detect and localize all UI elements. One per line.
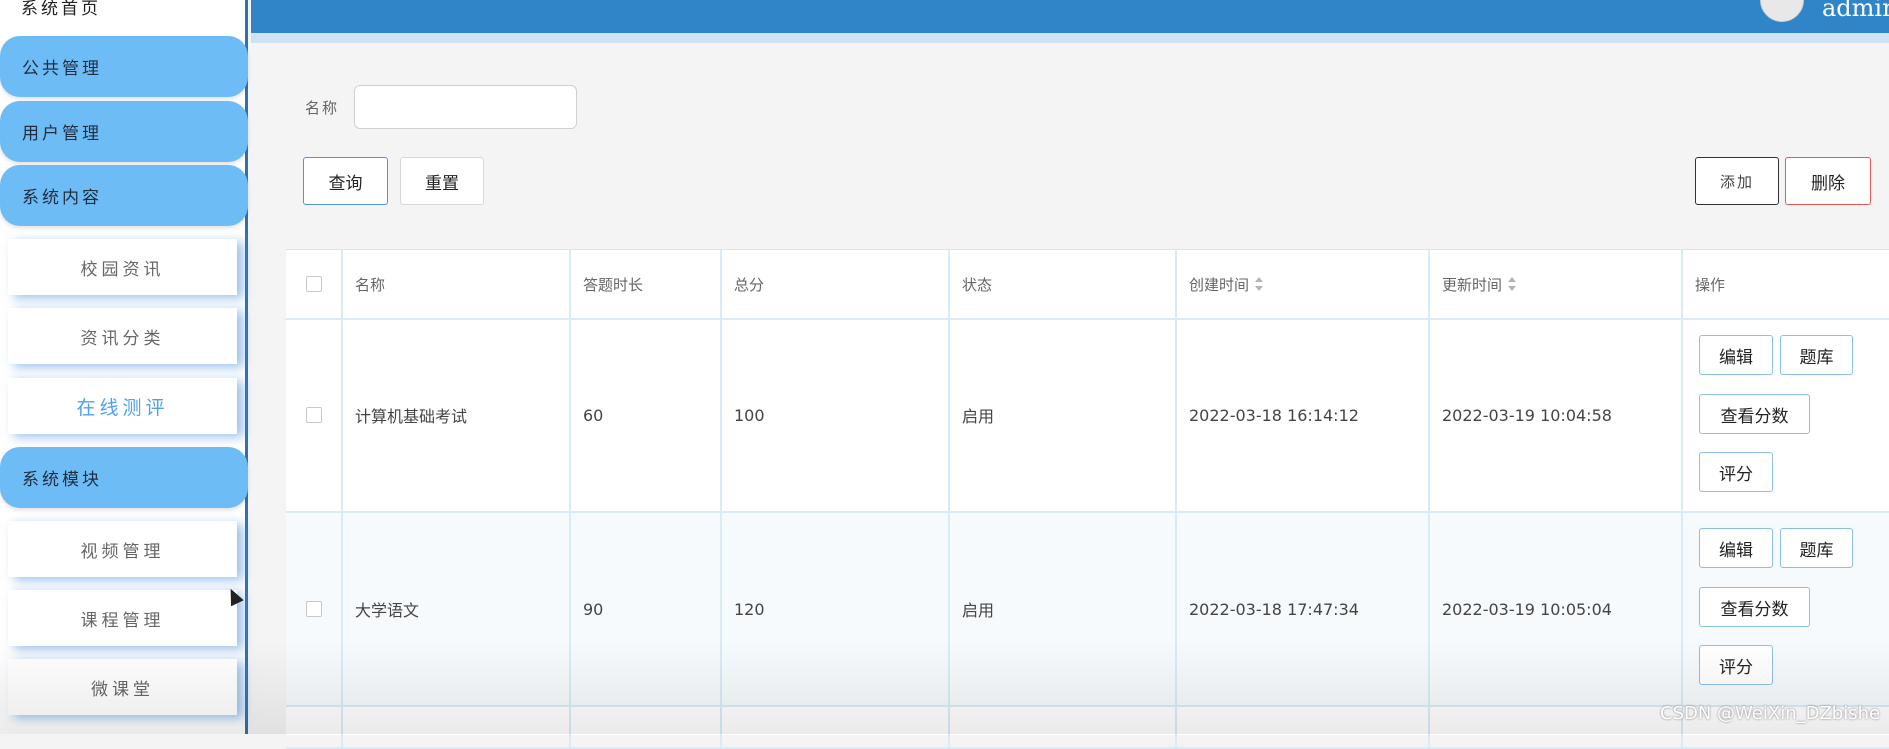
cell-name: 计算机基础考试 xyxy=(343,319,571,511)
sidebar-item-course[interactable]: 课程管理 xyxy=(8,590,237,646)
table-row: 大学语文 90 120 启用 2022-03-18 17:47:34 2022-… xyxy=(286,513,1889,707)
column-created-label: 创建时间 xyxy=(1189,275,1250,294)
sidebar-group-users[interactable]: 用户管理 xyxy=(0,101,248,162)
column-updated[interactable]: 更新时间 xyxy=(1430,250,1683,318)
row-checkbox-cell xyxy=(286,319,343,511)
column-created[interactable]: 创建时间 xyxy=(1177,250,1430,318)
add-button[interactable]: 添加 xyxy=(1695,157,1779,205)
view-score-button[interactable]: 查看分数 xyxy=(1699,587,1810,627)
sidebar: 系统首页 公共管理 用户管理 系统内容 校园资讯 资讯分类 在线测评 系统模块 … xyxy=(0,0,248,734)
cell-name xyxy=(343,707,571,747)
sidebar-group-content[interactable]: 系统内容 xyxy=(0,165,248,226)
row-checkbox[interactable] xyxy=(305,407,322,423)
select-all-cell xyxy=(286,250,343,318)
watermark: CSDN @WeiXin_DZbishe xyxy=(1660,703,1881,724)
edit-button[interactable]: 编辑 xyxy=(1699,528,1773,568)
search-label: 名称 xyxy=(305,99,340,117)
cell-status xyxy=(950,707,1177,747)
cell-duration xyxy=(571,707,722,747)
select-all-checkbox[interactable] xyxy=(305,276,322,292)
cell-score: 100 xyxy=(722,319,950,511)
sidebar-item-micro-class[interactable]: 微课堂 xyxy=(8,659,237,715)
column-score: 总分 xyxy=(722,250,950,318)
reset-button[interactable]: 重置 xyxy=(400,157,484,205)
cell-name: 大学语文 xyxy=(343,513,571,705)
cell-updated xyxy=(1430,707,1683,747)
column-duration: 答题时长 xyxy=(571,250,722,318)
sidebar-group-public[interactable]: 公共管理 xyxy=(0,36,248,97)
sort-icon[interactable] xyxy=(1255,277,1264,291)
query-button[interactable]: 查询 xyxy=(303,157,388,205)
column-name: 名称 xyxy=(343,250,571,318)
row-checkbox-cell xyxy=(286,513,343,705)
cell-status: 启用 xyxy=(950,513,1177,705)
sidebar-item-campus-news[interactable]: 校园资讯 xyxy=(8,239,237,295)
sort-icon[interactable] xyxy=(1508,277,1517,291)
grade-button[interactable]: 评分 xyxy=(1699,645,1773,685)
data-table: 名称 答题时长 总分 状态 创建时间 更新时间 操作 计算机基础考试 60 10… xyxy=(286,249,1889,749)
view-score-button[interactable]: 查看分数 xyxy=(1699,394,1810,434)
sidebar-item-video[interactable]: 视频管理 xyxy=(8,521,237,577)
column-updated-label: 更新时间 xyxy=(1442,275,1503,294)
table-row xyxy=(286,707,1889,749)
row-checkbox-cell xyxy=(286,707,343,747)
sidebar-item-home[interactable]: 系统首页 xyxy=(21,0,101,19)
question-bank-button[interactable]: 题库 xyxy=(1780,335,1853,375)
column-status: 状态 xyxy=(950,250,1177,318)
cell-created: 2022-03-18 17:47:34 xyxy=(1177,513,1430,705)
grade-button[interactable]: 评分 xyxy=(1699,452,1773,492)
delete-button[interactable]: 删除 xyxy=(1785,157,1871,205)
cell-created: 2022-03-18 16:14:12 xyxy=(1177,319,1430,511)
search-input[interactable] xyxy=(354,85,577,129)
cell-duration: 90 xyxy=(571,513,722,705)
cell-status: 启用 xyxy=(950,319,1177,511)
username[interactable]: admin xyxy=(1822,0,1889,22)
column-actions: 操作 xyxy=(1695,275,1726,294)
cell-duration: 60 xyxy=(571,319,722,511)
cell-updated: 2022-03-19 10:05:04 xyxy=(1430,513,1683,705)
top-bar xyxy=(251,0,1889,43)
cell-updated: 2022-03-19 10:04:58 xyxy=(1430,319,1683,511)
sidebar-item-online-test[interactable]: 在线测评 xyxy=(8,378,237,434)
edit-button[interactable]: 编辑 xyxy=(1699,335,1773,375)
question-bank-button[interactable]: 题库 xyxy=(1780,528,1853,568)
cell-score: 120 xyxy=(722,513,950,705)
cell-created xyxy=(1177,707,1430,747)
sidebar-group-modules[interactable]: 系统模块 xyxy=(0,447,248,508)
table-row: 计算机基础考试 60 100 启用 2022-03-18 16:14:12 20… xyxy=(286,319,1889,513)
table-header: 名称 答题时长 总分 状态 创建时间 更新时间 操作 xyxy=(286,250,1889,320)
sidebar-item-news-category[interactable]: 资讯分类 xyxy=(8,308,237,364)
cell-score xyxy=(722,707,950,747)
row-checkbox[interactable] xyxy=(305,601,322,617)
